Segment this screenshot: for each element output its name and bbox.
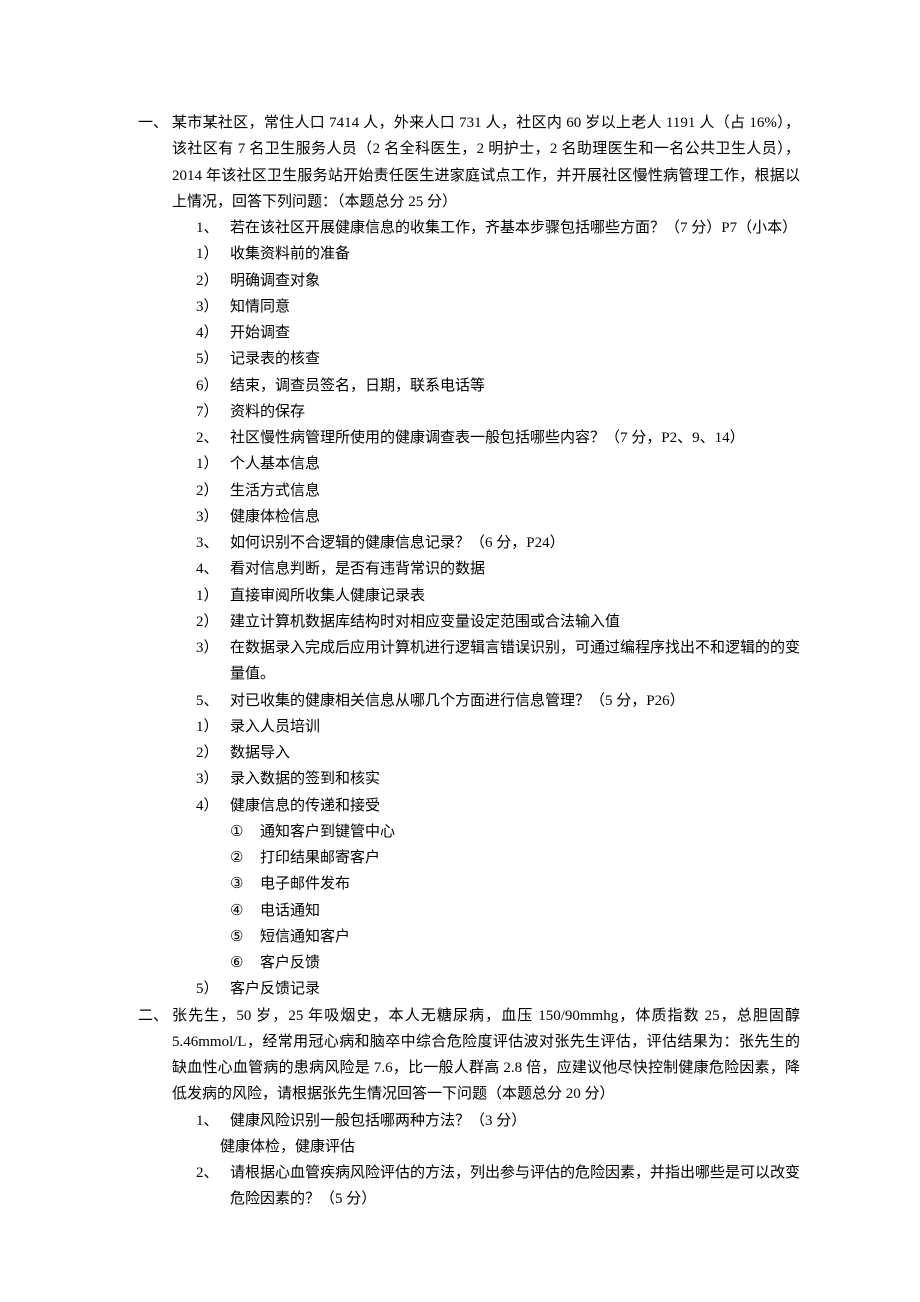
answer-item: 2）建立计算机数据库结构时对相应变量设定范围或合法输入值 [172,609,800,635]
item-text: 记录表的核查 [230,346,800,372]
item-text: 数据导入 [230,740,800,766]
item-marker: 4、 [196,556,230,582]
item-text: 直接审阅所收集人健康记录表 [230,583,800,609]
item-marker: 4） [196,320,230,346]
item-text: 录入人员培训 [230,714,800,740]
item-marker: 3） [196,635,230,661]
section-intro: 某市某社区，常住人口 7414 人，外来人口 731 人，社区内 60 岁以上老… [172,110,800,215]
sub-item: ①通知客户到键管中心 [172,819,800,845]
item-marker: 2） [196,268,230,294]
answer-item: 4）健康信息的传递和接受 [172,793,800,819]
item-marker: 5） [196,346,230,372]
item-marker: 5、 [196,688,230,714]
item-text: 开始调查 [230,320,800,346]
item-marker: ② [230,845,260,871]
item-text: 健康体检信息 [230,504,800,530]
answer-item: 1）收集资料前的准备 [172,241,800,267]
item-text: 知情同意 [230,294,800,320]
question-item: 1、若在该社区开展健康信息的收集工作，齐基本步骤包括哪些方面？（7 分）P7（小… [172,215,800,241]
item-text: 录入数据的签到和核实 [230,766,800,792]
answer-item: 1）直接审阅所收集人健康记录表 [172,583,800,609]
sub-item: ②打印结果邮寄客户 [172,845,800,871]
section-intro: 张先生，50 岁，25 年吸烟史，本人无糖尿病，血压 150/90mmhg，体质… [172,1003,800,1108]
item-text: 结束，调查员签名，日期，联系电话等 [230,373,800,399]
question-item: 1、健康风险识别一般包括哪两种方法？（3 分） [172,1108,800,1134]
item-marker: 1、 [196,215,230,241]
question-item: 3、如何识别不合逻辑的健康信息记录？（6 分，P24） [172,530,800,556]
answer-item: 2）生活方式信息 [172,478,800,504]
item-marker: 2、 [196,1160,230,1186]
item-text: 客户反馈记录 [230,976,800,1002]
item-marker: ⑥ [230,950,260,976]
item-marker: 3、 [196,530,230,556]
item-text: 社区慢性病管理所使用的健康调查表一般包括哪些内容？（7 分，P2、9、14） [230,425,800,451]
answer-item: 3）在数据录入完成后应用计算机进行逻辑言错误识别，可通过编程序找出不和逻辑的的变… [172,635,800,688]
sub-item: ⑤短信通知客户 [172,924,800,950]
answer-item: 2）数据导入 [172,740,800,766]
item-text: 客户反馈 [260,950,800,976]
item-text: 健康风险识别一般包括哪两种方法？（3 分） [230,1108,800,1134]
item-text: 在数据录入完成后应用计算机进行逻辑言错误识别，可通过编程序找出不和逻辑的的变量值… [230,635,800,688]
answer-item: 1）录入人员培训 [172,714,800,740]
item-marker: 3） [196,504,230,530]
item-text: 生活方式信息 [230,478,800,504]
answer-item: 3）健康体检信息 [172,504,800,530]
item-marker: 1） [196,451,230,477]
item-marker: ④ [230,898,260,924]
item-marker: 1） [196,714,230,740]
item-text: 电话通知 [260,898,800,924]
answer-item: 3）录入数据的签到和核实 [172,766,800,792]
item-marker: 1） [196,583,230,609]
item-text: 短信通知客户 [260,924,800,950]
item-text: 请根据心血管疾病风险评估的方法，列出参与评估的危险因素，并指出哪些是可以改变危险… [230,1160,800,1213]
item-text: 个人基本信息 [230,451,800,477]
section-marker: 一、 [120,110,172,136]
item-marker: 1） [196,241,230,267]
question-item: 2、请根据心血管疾病风险评估的方法，列出参与评估的危险因素，并指出哪些是可以改变… [172,1160,800,1213]
item-text: 若在该社区开展健康信息的收集工作，齐基本步骤包括哪些方面？（7 分）P7（小本） [230,215,800,241]
item-marker: 2） [196,609,230,635]
sub-item: ⑥客户反馈 [172,950,800,976]
item-marker: 3） [196,294,230,320]
item-marker: 2） [196,740,230,766]
item-marker: 3） [196,766,230,792]
question-item: 5、对已收集的健康相关信息从哪几个方面进行信息管理？（5 分，P26） [172,688,800,714]
item-text: 健康信息的传递和接受 [230,793,800,819]
item-text: 如何识别不合逻辑的健康信息记录？（6 分，P24） [230,530,800,556]
item-marker: 1、 [196,1108,230,1134]
answer-text: 健康体检，健康评估 [172,1134,800,1160]
sub-item: ④电话通知 [172,898,800,924]
item-marker: 5） [196,976,230,1002]
item-text: 明确调查对象 [230,268,800,294]
question-item: 4、看对信息判断，是否有违背常识的数据 [172,556,800,582]
item-text: 看对信息判断，是否有违背常识的数据 [230,556,800,582]
item-text: 建立计算机数据库结构时对相应变量设定范围或合法输入值 [230,609,800,635]
answer-item: 4）开始调查 [172,320,800,346]
sub-item: ③电子邮件发布 [172,871,800,897]
answer-item: 5）客户反馈记录 [172,976,800,1002]
item-text: 收集资料前的准备 [230,241,800,267]
item-marker: ⑤ [230,924,260,950]
answer-item: 2）明确调查对象 [172,268,800,294]
item-marker: 4） [196,793,230,819]
answer-item: 5）记录表的核查 [172,346,800,372]
item-marker: ③ [230,871,260,897]
item-text: 电子邮件发布 [260,871,800,897]
item-text: 通知客户到键管中心 [260,819,800,845]
item-marker: 6） [196,373,230,399]
answer-item: 1）个人基本信息 [172,451,800,477]
answer-item: 3）知情同意 [172,294,800,320]
item-marker: 7） [196,399,230,425]
item-text: 打印结果邮寄客户 [260,845,800,871]
question-item: 2、社区慢性病管理所使用的健康调查表一般包括哪些内容？（7 分，P2、9、14） [172,425,800,451]
answer-item: 6）结束，调查员签名，日期，联系电话等 [172,373,800,399]
item-text: 资料的保存 [230,399,800,425]
item-marker: 2、 [196,425,230,451]
section-marker: 二、 [120,1003,172,1029]
answer-item: 7）资料的保存 [172,399,800,425]
item-marker: 2） [196,478,230,504]
item-marker: ① [230,819,260,845]
item-text: 对已收集的健康相关信息从哪几个方面进行信息管理？（5 分，P26） [230,688,800,714]
